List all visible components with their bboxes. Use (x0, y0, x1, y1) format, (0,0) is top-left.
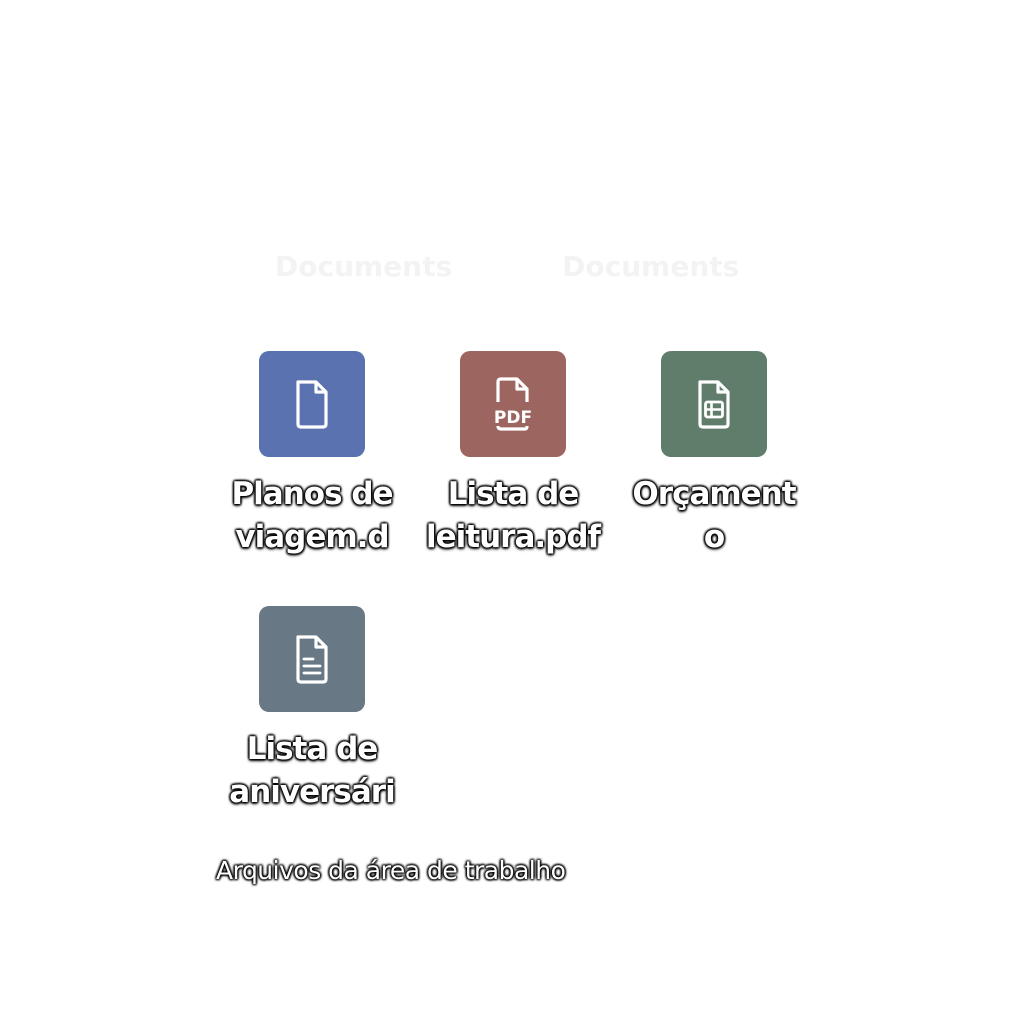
faded-header-part1: Documents (275, 250, 453, 283)
desktop-area: Documents Documents Planos de viagem.d PD… (0, 0, 1024, 1024)
label-line: o (703, 519, 725, 555)
label-line: Lista de (246, 731, 379, 767)
faded-header: Documents Documents (275, 250, 755, 286)
file-tile (259, 606, 365, 712)
pdf-icon: PDF (494, 377, 532, 431)
desktop-files-caption: Arquivos da área de trabalho (216, 856, 566, 885)
faded-header-part2: Documents (562, 250, 740, 283)
desktop-icon-planos-de-viagem[interactable]: Planos de viagem.d (222, 351, 402, 559)
file-tile (259, 351, 365, 457)
label-line: leitura.pdf (425, 519, 601, 555)
label-line: Lista de (447, 476, 580, 512)
desktop-icon-lista-de-aniversarios[interactable]: Lista de aniversári (222, 606, 402, 814)
icon-label: Planos de viagem.d (222, 473, 402, 559)
icon-label: Lista de aniversári (222, 728, 402, 814)
label-line: aniversári (229, 774, 395, 810)
file-tile: PDF (460, 351, 566, 457)
label-line: Orçament (632, 476, 796, 512)
label-line: Planos de (231, 476, 393, 512)
icon-label: Orçament o (624, 473, 804, 559)
spreadsheet-icon (698, 380, 730, 429)
label-line: viagem.d (235, 519, 389, 555)
icon-label: Lista de leitura.pdf (423, 473, 603, 559)
svg-text:PDF: PDF (494, 408, 532, 428)
file-tile (661, 351, 767, 457)
text-document-icon (296, 635, 328, 684)
desktop-icon-lista-de-leitura[interactable]: PDF Lista de leitura.pdf (423, 351, 603, 559)
desktop-icon-orcamento[interactable]: Orçament o (624, 351, 804, 559)
document-icon (296, 380, 328, 429)
